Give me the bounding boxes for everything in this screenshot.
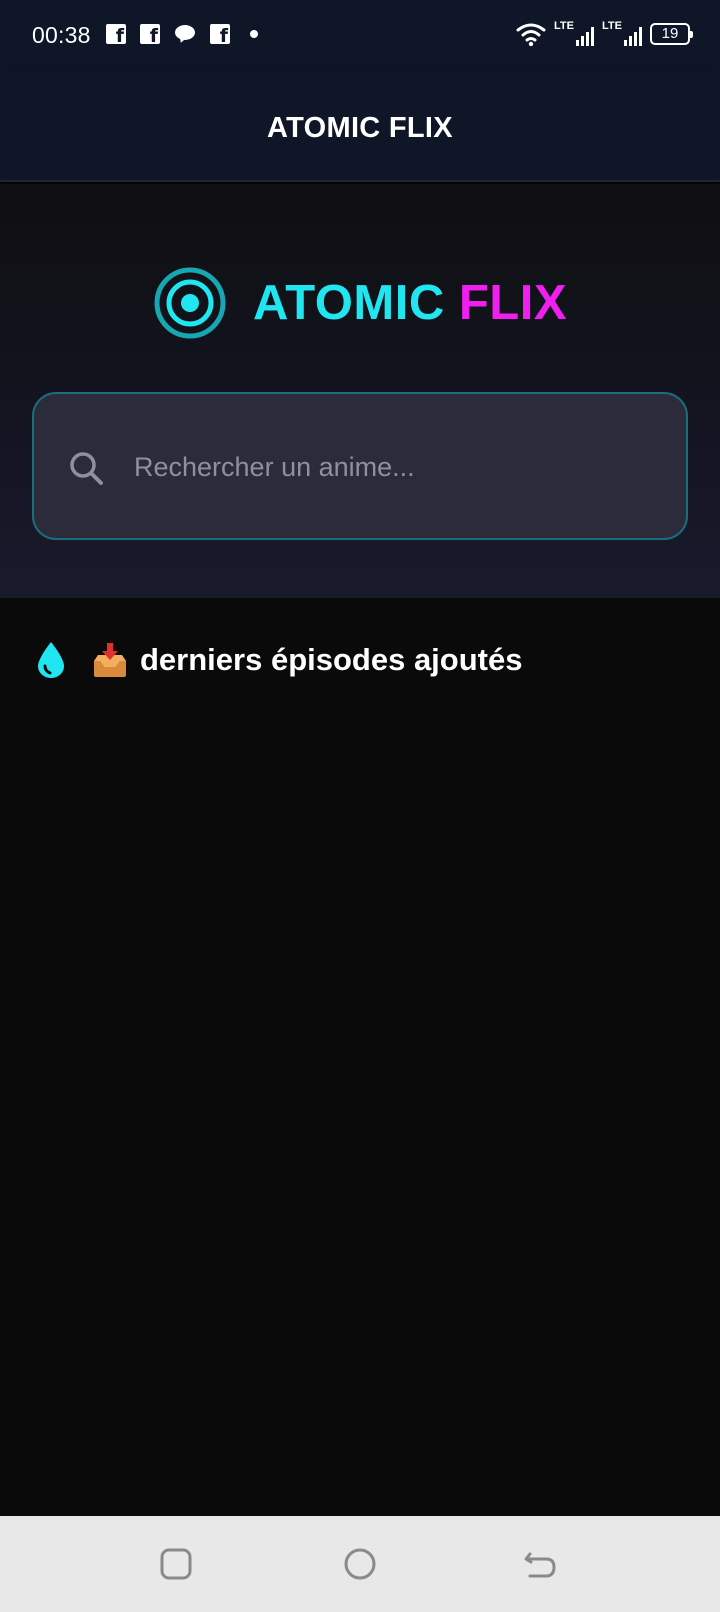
dot-icon [250, 30, 258, 38]
facebook-icon: f [140, 24, 160, 44]
system-navigation-bar [0, 1516, 720, 1612]
section-title: derniers épisodes ajoutés [140, 642, 523, 677]
recents-button[interactable] [158, 1546, 194, 1582]
wifi-icon [516, 23, 546, 47]
search-box[interactable] [32, 392, 688, 540]
notification-icons: f f f [106, 24, 258, 45]
status-time: 00:38 [32, 22, 91, 48]
drop-icon [38, 642, 64, 678]
messenger-icon [174, 24, 196, 45]
logo-text-flix: FLIX [458, 276, 568, 330]
inbox-tray-icon [94, 643, 126, 677]
search-input[interactable] [134, 444, 654, 490]
system-icons: LTE LTE 19 [516, 20, 693, 48]
target-icon [154, 267, 226, 339]
app-logo: ATOMIC FLIX [0, 266, 720, 340]
app-bar: ATOMIC FLIX [0, 72, 720, 182]
cellular-signal-icon: LTE [602, 20, 642, 48]
cellular-signal-icon: LTE [554, 20, 594, 48]
battery-icon: 19 [650, 23, 693, 45]
search-icon [70, 452, 103, 485]
logo-text-atomic: ATOMIC [252, 276, 445, 330]
home-button[interactable] [342, 1546, 378, 1582]
latest-episodes-header: derniers épisodes ajoutés [34, 640, 522, 680]
back-button[interactable] [522, 1546, 558, 1582]
facebook-icon: f [210, 24, 230, 44]
app-bar-title: ATOMIC FLIX [267, 112, 453, 144]
logo-text: ATOMIC FLIX [253, 275, 567, 331]
status-bar: 00:38 f f f LTE LTE 19 [0, 0, 720, 72]
facebook-icon: f [106, 24, 126, 44]
hero-section: ATOMIC FLIX [0, 184, 720, 598]
